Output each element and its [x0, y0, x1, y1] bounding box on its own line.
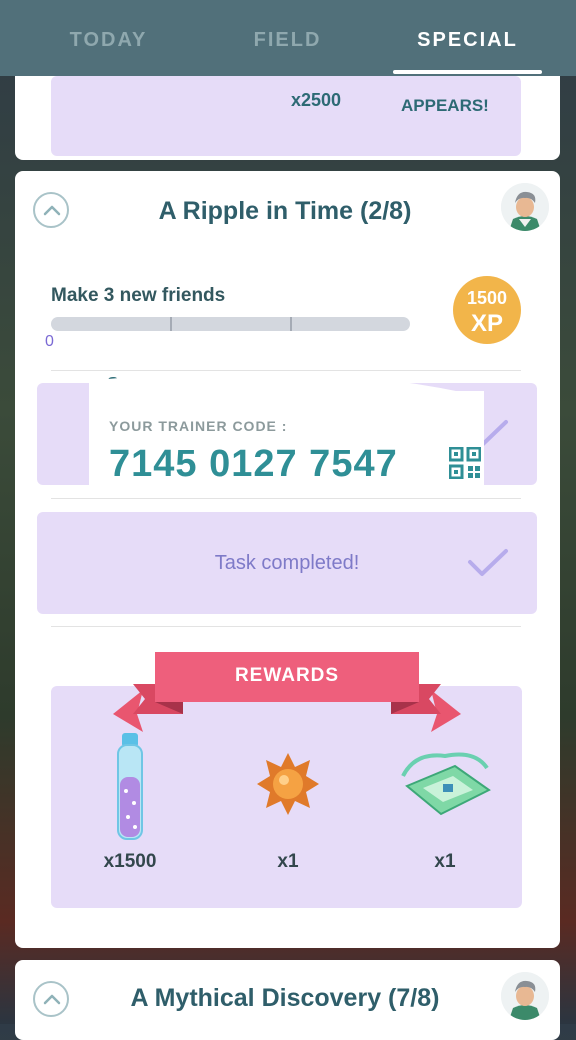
next-quest-card: A Mythical Discovery (7/8) — [15, 960, 560, 1040]
task-progress-bar — [51, 317, 410, 331]
previous-reward-box: x2500 APPEARS! — [51, 76, 521, 156]
task-completed-text: Task completed! — [214, 552, 360, 574]
quest-title: A Ripple in Time (2/8) — [158, 197, 412, 225]
reward-qty-sun-stone: x1 — [277, 851, 299, 872]
previous-encounter-label: APPEARS! — [401, 96, 489, 115]
progress-segment-divider — [290, 317, 292, 331]
checkmark-icon — [468, 549, 508, 576]
divider — [51, 498, 521, 499]
reward-qty-incense-ticket: x1 — [434, 851, 456, 872]
chevron-up-icon — [43, 994, 61, 1005]
rewards-ribbon — [113, 652, 461, 732]
quest-card: A Ripple in Time (2/8) Make 3 new friend… — [15, 171, 560, 948]
stardust-vial-icon — [117, 733, 143, 840]
reward-sun-stone — [228, 751, 348, 822]
next-quest-title: A Mythical Discovery (7/8) — [130, 984, 440, 1012]
xp-unit: XP — [470, 310, 503, 337]
reward-qty-stardust: x1500 — [103, 851, 157, 872]
progress-segment-divider — [170, 317, 172, 331]
tab-bar: TODAY FIELD SPECIAL — [0, 0, 576, 76]
progress-count: 0 — [45, 333, 54, 350]
tab-special[interactable]: SPECIAL — [393, 26, 542, 54]
previous-reward-count: x2500 — [291, 90, 342, 110]
professor-avatar — [501, 972, 549, 1020]
task-label: Make 3 new friends — [51, 285, 226, 306]
professor-avatar — [501, 183, 549, 231]
reward-stardust — [70, 731, 190, 848]
trainer-code-overlay: YOUR TRAINER CODE : 7145 0127 7547 — [89, 372, 484, 513]
trainer-code-label: YOUR TRAINER CODE : — [109, 418, 288, 434]
overlay-torn-edge — [89, 372, 484, 397]
reward-incense-ticket — [385, 746, 505, 826]
rewards-label: REWARDS — [234, 665, 340, 686]
trainer-code-value[interactable]: 7145 0127 7547 — [109, 443, 398, 486]
active-tab-indicator — [393, 70, 542, 74]
sun-stone-icon — [257, 753, 319, 815]
xp-reward-badge: 1500 XP — [453, 276, 521, 344]
collapse-button[interactable] — [33, 981, 69, 1017]
divider — [51, 626, 521, 627]
completed-task-row: Task completed! — [37, 512, 537, 614]
chevron-up-icon — [43, 205, 61, 216]
collapse-button[interactable] — [33, 192, 69, 228]
xp-amount: 1500 — [466, 288, 508, 308]
qr-code-icon[interactable] — [449, 447, 481, 479]
tab-today[interactable]: TODAY — [36, 26, 181, 54]
incense-ticket-icon — [401, 752, 491, 816]
tab-field[interactable]: FIELD — [215, 26, 360, 54]
